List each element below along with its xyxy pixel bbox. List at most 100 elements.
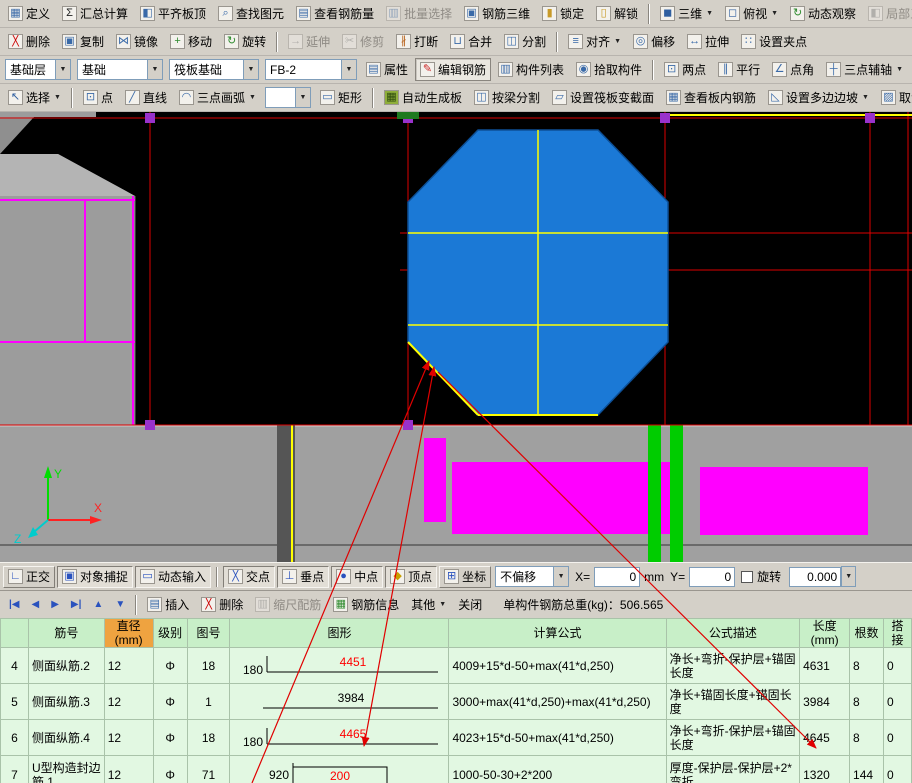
column-header[interactable]: 图形 [229,618,450,648]
grade-cell[interactable]: Φ [152,719,188,756]
figure-number-cell[interactable]: 1 [186,683,231,720]
floor-select[interactable]: 基础层 ▼ [5,59,71,80]
count-cell[interactable]: 8 [849,683,884,720]
column-header[interactable]: 长度(mm) [799,618,851,648]
dynamic-input-toggle[interactable]: ▭ 动态输入 [135,565,212,588]
length-cell[interactable]: 4645 [799,719,851,756]
rotate-button[interactable]: ↻ 旋转 [219,30,271,53]
close-button[interactable]: 关闭 [453,593,487,616]
rebar-section-right[interactable] [700,467,868,535]
trim-button[interactable]: ✂ 修剪 [337,30,389,53]
break-button[interactable]: ∦ 打断 [391,30,443,53]
pick-element-button[interactable]: ◉ 拾取构件 [571,58,647,81]
table-row[interactable]: 6 侧面纵筋.4 12 Φ 18 180 4465 4023+15*d-50+max(41*d… [0,719,912,756]
properties-button[interactable]: ▤ 属性 [361,58,413,81]
row-number[interactable]: 6 [0,719,29,756]
lap-cell[interactable]: 0 [882,719,912,756]
spin-value[interactable] [789,566,842,587]
table-row[interactable]: 4 侧面纵筋.2 12 Φ 18 180 4451 4009+15*d-50+max(41*d… [0,647,912,684]
view-rebar-qty-button[interactable]: ▤ 查看钢筋量 [291,2,379,25]
category-select[interactable]: 基础 ▼ [77,59,163,80]
element-type-select[interactable]: 筏板基础 ▼ [169,59,259,80]
green-member-right[interactable] [670,425,683,562]
arc-3point-dropdown[interactable]: ◠ 三点画弧 ▼ [174,86,261,109]
figure-number-cell[interactable]: 18 [186,719,231,756]
formula-desc-cell[interactable]: 厚度-保护层-保护层+2*弯折 [665,755,801,783]
cad-drawing[interactable]: Y X Z [0,112,912,562]
shape-cell[interactable]: 3984 [229,683,450,720]
element-list-button[interactable]: ▥ 构件列表 [493,58,569,81]
count-cell[interactable]: 8 [849,719,884,756]
object-snap-toggle[interactable]: ▣ 对象捕捉 [57,565,134,588]
element-select[interactable]: FB-2 ▼ [265,59,357,80]
rebar-section-small[interactable] [424,438,446,522]
other-menu-button[interactable]: 其他 ▼ [406,593,451,616]
diameter-cell[interactable]: 12 [103,719,154,756]
snap-midpoint-toggle[interactable]: ● 中点 [331,565,384,588]
x-coordinate-input[interactable] [594,566,641,587]
rotation-angle-input[interactable]: ▼ [789,566,857,587]
define-button[interactable]: ▦ 定义 [3,2,55,25]
column-header[interactable]: 根数 [849,618,884,648]
formula-desc-cell[interactable]: 净长+弯折-保护层+锚固长度 [665,647,801,684]
rebar-3d-button[interactable]: ▣ 钢筋三维 [459,2,535,25]
partial-3d-button[interactable]: ◧局部三维 [863,2,912,25]
column-header[interactable]: 公式描述 [665,618,801,648]
lap-cell[interactable]: 0 [882,647,912,684]
chevron-down-icon[interactable]: ▼ [147,60,162,79]
shape-cell[interactable]: 920 200 [229,755,450,783]
move-down-button[interactable]: ▼ [110,593,130,616]
rebar-section-left[interactable] [452,462,648,534]
batch-select-button[interactable]: ▥ 批量选择 [381,2,457,25]
insert-row-button[interactable]: ▤ 插入 [142,593,194,616]
split-by-beam-button[interactable]: ◫ 按梁分割 [469,86,545,109]
point-button[interactable]: ⊡ 点 [78,86,118,109]
3d-view-dropdown[interactable]: ◼ 三维 ▼ [655,2,718,25]
snap-coordinate-toggle[interactable]: ⊞ 坐标 [439,565,492,588]
two-point-button[interactable]: ⊡ 两点 [659,58,711,81]
rebar-name-cell[interactable]: 侧面纵筋.4 [27,719,105,756]
top-view-dropdown[interactable]: ◻ 俯视 ▼ [720,2,783,25]
split-button[interactable]: ◫ 分割 [499,30,551,53]
y-coordinate-input[interactable] [689,566,736,587]
column-header[interactable]: 直径(mm) [103,618,154,648]
column-header[interactable]: 搭接 [882,618,912,648]
line-button[interactable]: ╱ 直线 [120,86,172,109]
move-button[interactable]: + 移动 [165,30,217,53]
prev-row-button[interactable]: ◀ [27,593,45,616]
row-number[interactable]: 5 [0,683,29,720]
length-cell[interactable]: 1320 [799,755,851,783]
count-cell[interactable]: 144 [849,755,884,783]
row-number[interactable]: 4 [0,647,29,684]
extend-button[interactable]: → 延伸 [283,30,335,53]
next-row-button[interactable]: ▶ [46,593,64,616]
chevron-down-icon[interactable]: ▼ [341,60,356,79]
lap-cell[interactable]: 0 [882,755,912,783]
diameter-cell[interactable]: 12 [103,647,154,684]
three-point-aux-axis-button[interactable]: ┼ 三点辅轴 ▼ [821,58,908,81]
rebar-name-cell[interactable]: 侧面纵筋.3 [27,683,105,720]
set-raft-section-button[interactable]: ▱ 设置筏板变截面 [547,86,659,109]
stretch-button[interactable]: ↔ 拉伸 [682,30,734,53]
ortho-toggle[interactable]: ∟ 正交 [3,565,56,588]
blank-select[interactable]: ▼ [264,87,311,108]
align-dropdown[interactable]: ≡ 对齐 ▼ [563,30,626,53]
orbit-button[interactable]: ↻ 动态观察 [785,2,861,25]
edit-rebar-button[interactable]: ✎ 编辑钢筋 [415,58,492,81]
grade-cell[interactable]: Φ [152,683,188,720]
shape-cell[interactable]: 180 4451 [229,647,450,684]
green-member-left[interactable] [648,425,661,562]
length-cell[interactable]: 4631 [799,647,851,684]
snap-vertex-toggle[interactable]: ◆ 顶点 [385,565,438,588]
formula-desc-cell[interactable]: 净长+弯折-保护层+锚固长度 [665,719,801,756]
delete-row-button[interactable]: ╳ 删除 [196,593,248,616]
formula-cell[interactable]: 1000-50-30+2*200 [448,755,667,783]
delete-button[interactable]: ╳ 删除 [3,30,55,53]
column-header[interactable]: 筋号 [27,618,105,648]
lap-cell[interactable]: 0 [882,683,912,720]
scale-rebar-button[interactable]: ▥ 缩尺配筋 [250,593,326,616]
formula-cell[interactable]: 4023+15*d-50+max(41*d,250) [448,719,667,756]
diameter-cell[interactable]: 12 [103,755,154,783]
copy-button[interactable]: ▣ 复制 [57,30,109,53]
find-element-button[interactable]: ⌕ 查找图元 [213,2,289,25]
